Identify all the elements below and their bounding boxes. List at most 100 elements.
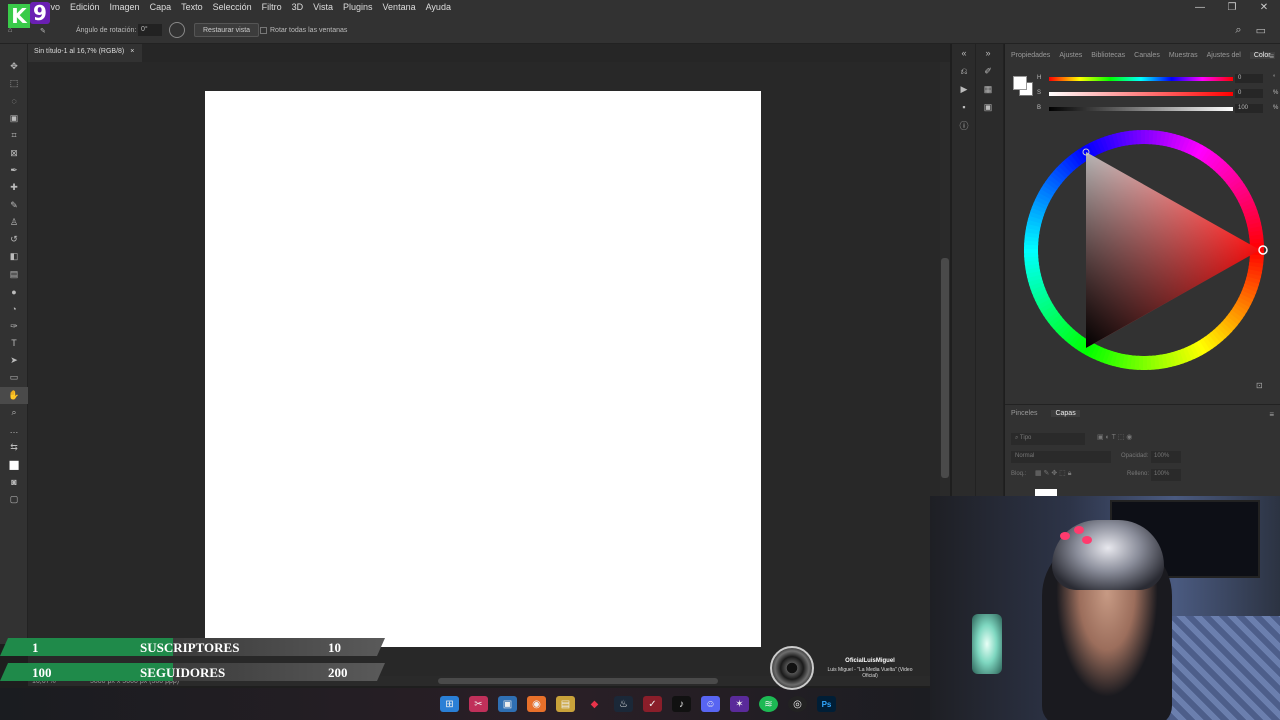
- menu-item-6[interactable]: Filtro: [262, 2, 282, 12]
- foreground-color-swatch[interactable]: [1013, 76, 1027, 90]
- panel-menu-icon[interactable]: ≡: [1269, 52, 1274, 61]
- color-tab-3[interactable]: Canales: [1134, 52, 1160, 59]
- tab-brushes[interactable]: Pinceles: [1011, 410, 1037, 417]
- color-tab-4[interactable]: Muestras: [1169, 52, 1198, 59]
- browser-icon[interactable]: ◉: [527, 696, 546, 712]
- layers-menu-icon[interactable]: ≡: [1269, 410, 1274, 419]
- color-swatches-icon[interactable]: ◼: [0, 456, 28, 473]
- menu-item-5[interactable]: Selección: [213, 2, 252, 12]
- crop-tool-icon[interactable]: ⌗: [0, 127, 28, 144]
- saturation-track[interactable]: [1049, 92, 1233, 96]
- type-tool-icon[interactable]: T: [0, 335, 28, 352]
- path-select-icon[interactable]: ➤: [0, 352, 28, 369]
- menu-item-8[interactable]: Vista: [313, 2, 333, 12]
- rotation-input[interactable]: 0°: [138, 24, 162, 36]
- photoshop-icon[interactable]: Ps: [817, 696, 836, 712]
- stamp-tool-icon[interactable]: ♙: [0, 214, 28, 231]
- menu-item-10[interactable]: Ventana: [383, 2, 416, 12]
- rotate-all-checkbox[interactable]: [260, 27, 267, 34]
- rectangle-tool-icon[interactable]: ▭: [0, 369, 28, 386]
- minimize-button[interactable]: —: [1184, 0, 1216, 16]
- frame-tool-icon[interactable]: ⊠: [0, 144, 28, 161]
- swap-colors-icon[interactable]: ⇆: [0, 439, 28, 456]
- grid-icon[interactable]: ▦: [976, 80, 1000, 98]
- history-icon[interactable]: ⎌: [952, 62, 976, 80]
- windows-start-icon[interactable]: ⊞: [440, 696, 459, 712]
- brightness-value[interactable]: 100: [1235, 104, 1263, 113]
- dodge-tool-icon[interactable]: ◔: [0, 300, 28, 317]
- saturation-value[interactable]: 0: [1235, 89, 1263, 98]
- rotate-view-icon[interactable]: ✎: [40, 27, 46, 35]
- color-wheel[interactable]: [1012, 118, 1276, 382]
- search-icon[interactable]: ⌕: [1235, 24, 1241, 37]
- brush-settings-icon[interactable]: ✐: [976, 62, 1000, 80]
- menu-item-11[interactable]: Ayuda: [426, 2, 451, 12]
- tab-layers[interactable]: Capas: [1051, 410, 1080, 417]
- document-tab[interactable]: Sin título-1 al 16,7% (RGB/8) ×: [28, 44, 143, 62]
- eyedropper-icon[interactable]: ✒: [0, 162, 28, 179]
- collapse-icon[interactable]: »: [976, 44, 1000, 62]
- zoom-tool-icon[interactable]: ⌕: [0, 404, 28, 421]
- menu-item-9[interactable]: Plugins: [343, 2, 373, 12]
- lasso-tool-icon[interactable]: ◌: [0, 93, 28, 110]
- color-tab-0[interactable]: Propiedades: [1011, 52, 1050, 59]
- blend-mode-select[interactable]: Normal: [1011, 451, 1111, 463]
- menu-item-3[interactable]: Capa: [150, 2, 172, 12]
- workspace-icon[interactable]: ▭: [1256, 24, 1266, 37]
- healing-brush-icon[interactable]: ✚: [0, 179, 28, 196]
- files-icon[interactable]: ▤: [556, 696, 575, 712]
- menu-item-7[interactable]: 3D: [292, 2, 304, 12]
- gradient-tool-icon[interactable]: ▤: [0, 266, 28, 283]
- menu-item-1[interactable]: Edición: [70, 2, 100, 12]
- layer-comps-icon[interactable]: ▣: [976, 98, 1000, 116]
- menu-item-2[interactable]: Imagen: [110, 2, 140, 12]
- tiktok-icon[interactable]: ♪: [672, 696, 691, 712]
- pen-tool-icon[interactable]: ✑: [0, 317, 28, 334]
- spotify-icon[interactable]: ≋: [759, 696, 778, 712]
- marquee-tool-icon[interactable]: ⬚: [0, 75, 28, 92]
- game-icon[interactable]: ✓: [643, 696, 662, 712]
- move-tool-icon[interactable]: ✥: [0, 58, 28, 75]
- scroll-thumb[interactable]: [941, 258, 949, 478]
- store-icon[interactable]: ▣: [498, 696, 517, 712]
- close-tab-icon[interactable]: ×: [130, 48, 134, 62]
- color-wheel-graphic[interactable]: [1012, 118, 1276, 382]
- steam-icon[interactable]: ♨: [614, 696, 633, 712]
- actions-icon[interactable]: ▶: [952, 80, 976, 98]
- brush-tool-icon[interactable]: ✎: [0, 196, 28, 213]
- color-tab-1[interactable]: Ajustes: [1059, 52, 1082, 59]
- opacity-input[interactable]: 100%: [1151, 451, 1181, 463]
- maximize-button[interactable]: ❐: [1216, 0, 1248, 16]
- obs-studio-icon[interactable]: ✶: [730, 696, 749, 712]
- more-tools-icon[interactable]: …: [0, 421, 28, 438]
- quick-mask-icon[interactable]: ◙: [0, 473, 28, 490]
- object-select-icon[interactable]: ▣: [0, 110, 28, 127]
- expand-icon[interactable]: ⊡: [1256, 381, 1263, 390]
- comments-icon[interactable]: ▪: [952, 98, 976, 116]
- brightness-track[interactable]: [1049, 107, 1233, 111]
- app-icon[interactable]: ◆: [585, 696, 604, 712]
- snip-icon[interactable]: ✂: [469, 696, 488, 712]
- collapse-icon[interactable]: «: [952, 44, 976, 62]
- layer-filter-icons[interactable]: ▣ ◐ T ⬚ ◉: [1097, 433, 1132, 441]
- home-icon[interactable]: ⌂: [8, 27, 12, 34]
- blur-tool-icon[interactable]: ●: [0, 283, 28, 300]
- screen-mode-icon[interactable]: ▢: [0, 490, 28, 507]
- menu-item-4[interactable]: Texto: [181, 2, 203, 12]
- info-icon[interactable]: ⓘ: [952, 116, 976, 134]
- history-brush-icon[interactable]: ↺: [0, 231, 28, 248]
- scroll-thumb[interactable]: [438, 678, 718, 684]
- color-tab-2[interactable]: Bibliotecas: [1091, 52, 1125, 59]
- color-tab-5[interactable]: Ajustes del: [1207, 52, 1241, 59]
- discord-icon[interactable]: ☺: [701, 696, 720, 712]
- rotation-dial-icon[interactable]: [169, 22, 185, 38]
- lock-icons[interactable]: ▦ ✎ ✥ ⬚ 🔒︎: [1035, 469, 1071, 478]
- obs-icon[interactable]: ◎: [788, 696, 807, 712]
- hue-value[interactable]: 0: [1235, 74, 1263, 83]
- document-canvas[interactable]: [205, 91, 761, 647]
- eraser-icon[interactable]: ◧: [0, 248, 28, 265]
- fill-input[interactable]: 100%: [1151, 469, 1181, 481]
- reset-view-button[interactable]: Restaurar vista: [194, 23, 260, 37]
- close-button[interactable]: ✕: [1248, 0, 1280, 16]
- hue-track[interactable]: [1049, 77, 1233, 81]
